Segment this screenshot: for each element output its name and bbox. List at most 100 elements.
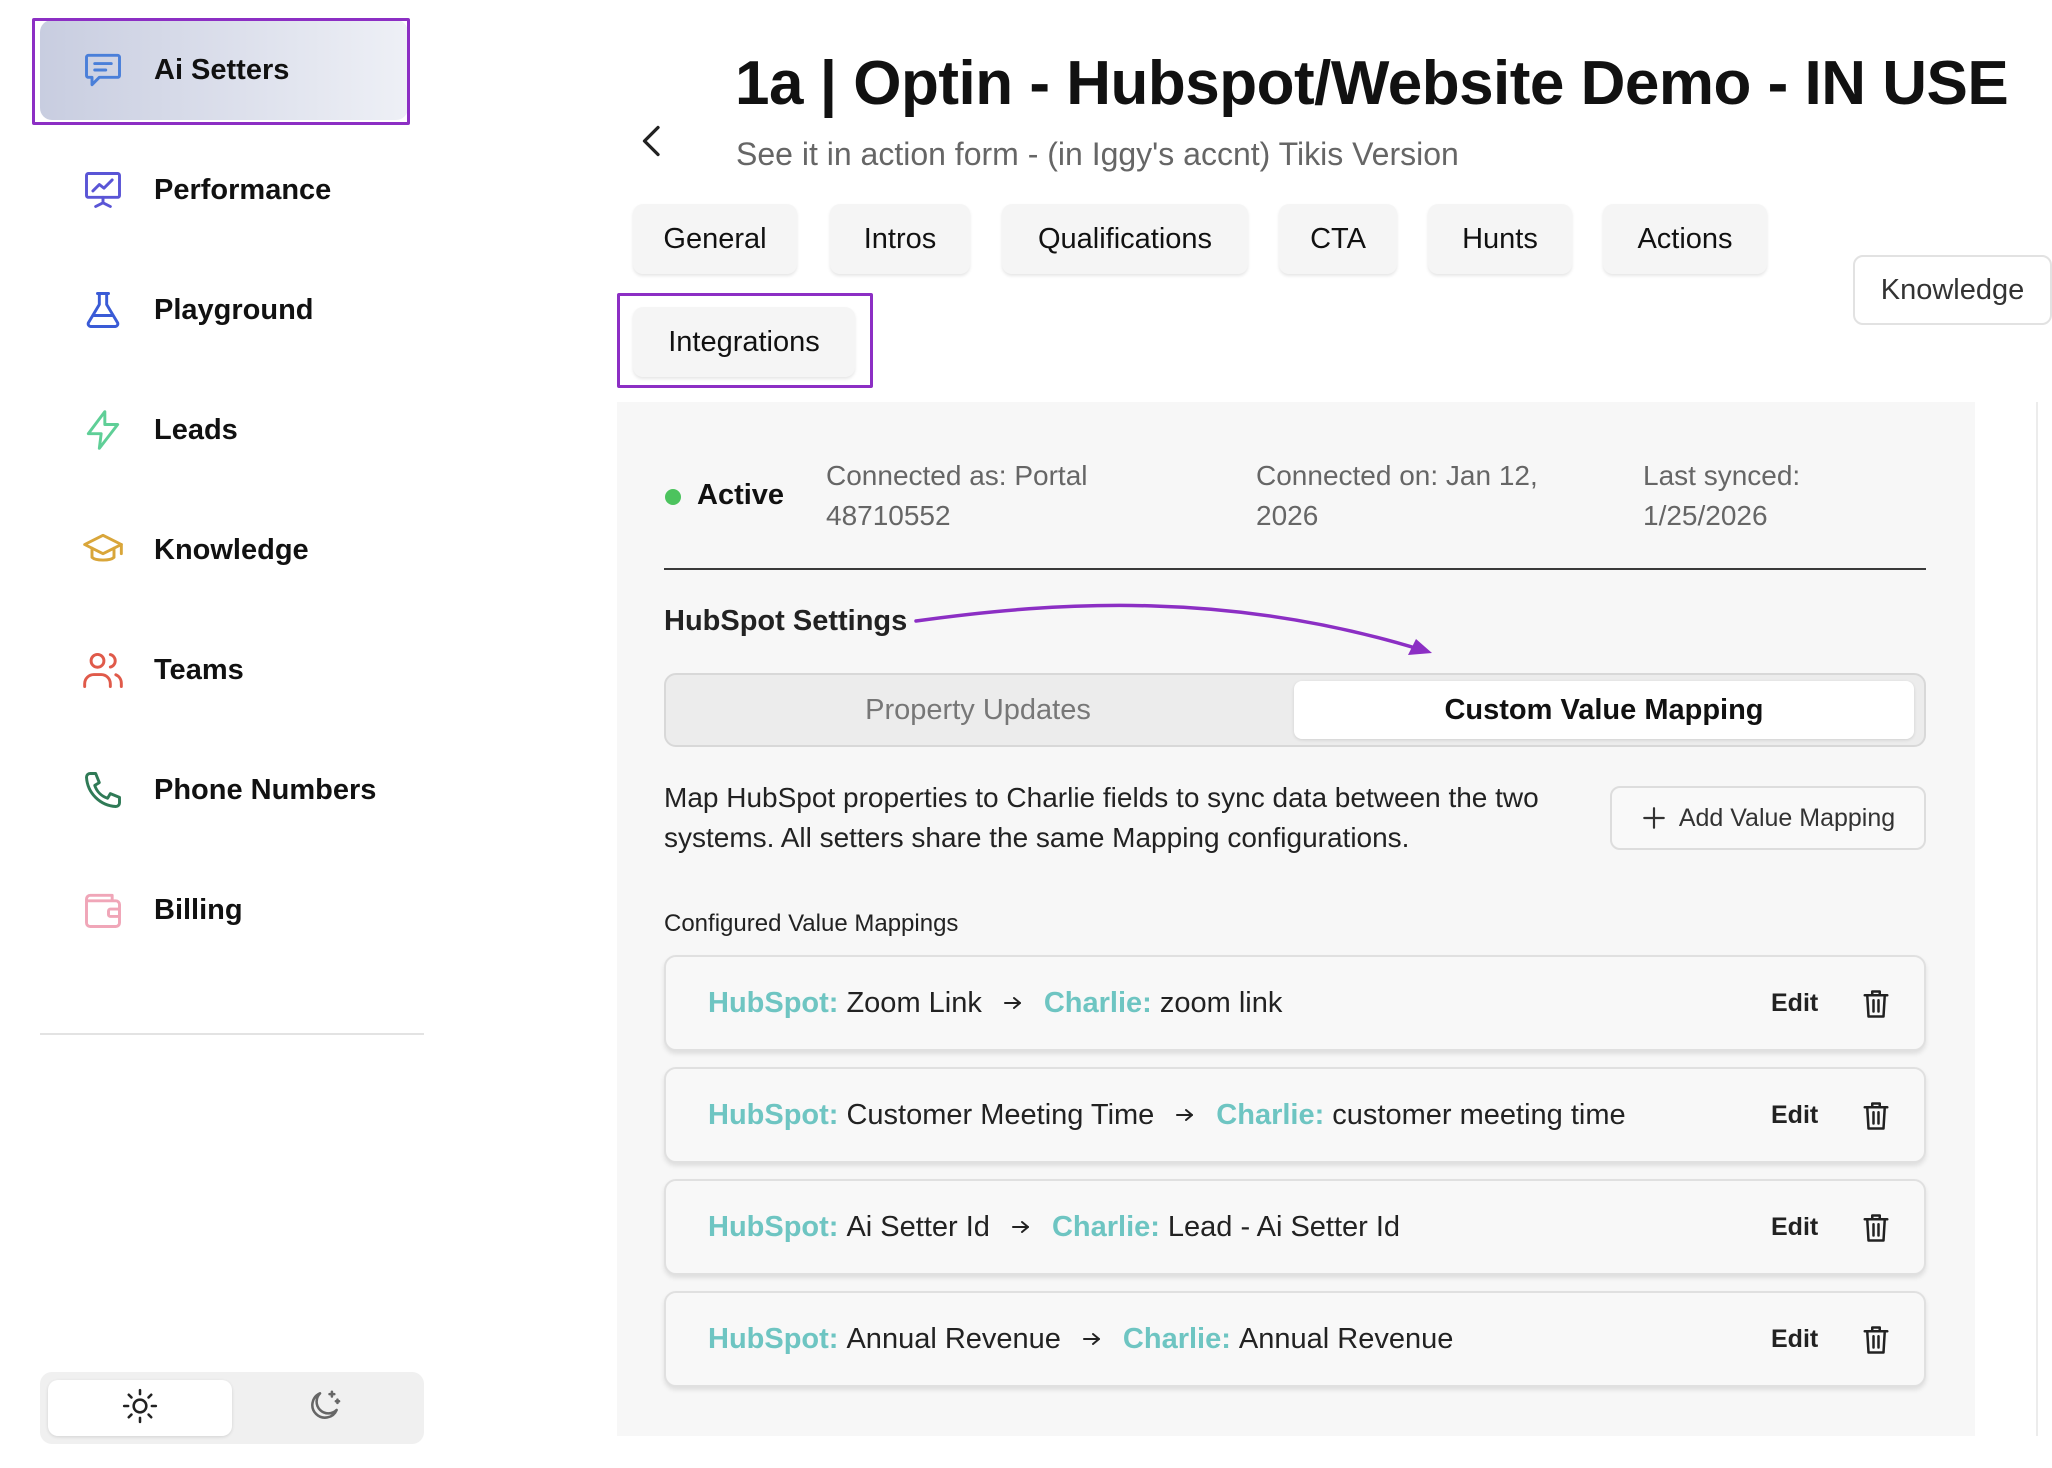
sun-icon	[121, 1387, 159, 1430]
mapping-row: HubSpot: Zoom Link Charlie: zoom link Ed…	[664, 955, 1926, 1051]
connected-as: Connected as: Portal 48710552	[826, 456, 1088, 536]
connected-on: Connected on: Jan 12, 2026	[1256, 456, 1538, 536]
plus-icon	[1641, 805, 1667, 831]
tab-actions[interactable]: Actions	[1603, 204, 1767, 274]
light-theme-button[interactable]	[48, 1380, 232, 1436]
last-synced-line1: Last synced:	[1643, 460, 1801, 491]
users-icon	[80, 647, 126, 693]
sidebar-item-leads[interactable]: Leads	[40, 380, 408, 480]
hubspot-key: HubSpot:	[708, 1322, 839, 1355]
status-dot	[665, 489, 681, 505]
segment-custom-value-mapping[interactable]: Custom Value Mapping	[1294, 681, 1914, 739]
arrow-right-icon	[1002, 994, 1024, 1012]
hubspot-value: Annual Revenue	[846, 1322, 1061, 1355]
sidebar-item-label: Playground	[154, 293, 314, 326]
trash-icon[interactable]	[1860, 987, 1892, 1021]
hubspot-key: HubSpot:	[708, 1098, 839, 1131]
tab-cta[interactable]: CTA	[1279, 204, 1397, 274]
edit-button[interactable]: Edit	[1771, 1325, 1818, 1354]
charlie-key: Charlie:	[1043, 986, 1152, 1019]
sidebar-item-phone-numbers[interactable]: Phone Numbers	[40, 740, 408, 840]
theme-toggle	[40, 1372, 424, 1444]
hubspot-value: Customer Meeting Time	[846, 1098, 1155, 1131]
wallet-icon	[80, 887, 126, 933]
mapping-description: Map HubSpot properties to Charlie fields…	[664, 782, 1539, 853]
hubspot-key: HubSpot:	[708, 1210, 839, 1243]
edit-button[interactable]: Edit	[1771, 1213, 1818, 1242]
back-button[interactable]	[630, 118, 674, 168]
lightning-icon	[80, 407, 126, 453]
hubspot-value: Zoom Link	[846, 986, 982, 1019]
annotation-highlight-integrations	[617, 293, 873, 388]
mapping-row: HubSpot: Annual Revenue Charlie: Annual …	[664, 1291, 1926, 1387]
charlie-key: Charlie:	[1216, 1098, 1325, 1131]
connected-on-line2: 2026	[1256, 500, 1319, 531]
edit-button[interactable]: Edit	[1771, 989, 1818, 1018]
mappings-list-title: Configured Value Mappings	[664, 910, 959, 937]
dark-theme-button[interactable]	[232, 1380, 416, 1436]
tab-qualifications[interactable]: Qualifications	[1002, 204, 1248, 274]
panel-divider	[664, 568, 1926, 570]
sidebar-item-label: Phone Numbers	[154, 773, 377, 806]
annotation-arrow	[910, 595, 1440, 670]
sidebar-item-label: Performance	[154, 173, 332, 206]
arrow-right-icon	[1010, 1218, 1032, 1236]
connected-as-line2: 48710552	[826, 500, 951, 531]
settings-title: HubSpot Settings	[664, 605, 908, 637]
moon-icon	[305, 1387, 343, 1430]
charlie-value: Lead - Ai Setter Id	[1167, 1210, 1401, 1243]
tab-knowledge[interactable]: Knowledge	[1853, 255, 2052, 325]
flask-icon	[80, 287, 126, 333]
sidebar-item-teams[interactable]: Teams	[40, 620, 408, 720]
charlie-key: Charlie:	[1051, 1210, 1160, 1243]
mapping-row: HubSpot: Ai Setter Id Charlie: Lead - Ai…	[664, 1179, 1926, 1275]
edit-button[interactable]: Edit	[1771, 1101, 1818, 1130]
mapping-text: HubSpot: Zoom Link Charlie: zoom link	[708, 987, 1282, 1020]
arrow-right-icon	[1174, 1106, 1196, 1124]
page-title: 1a | Optin - Hubspot/Website Demo - IN U…	[735, 49, 2009, 118]
hubspot-value: Ai Setter Id	[846, 1210, 990, 1243]
page-subtitle: See it in action form - (in Iggy's accnt…	[736, 136, 1459, 172]
graduation-cap-icon	[80, 527, 126, 573]
sidebar-item-playground[interactable]: Playground	[40, 260, 408, 360]
status-badge: Active	[697, 479, 785, 511]
sidebar-item-billing[interactable]: Billing	[40, 860, 408, 960]
tab-intros[interactable]: Intros	[830, 204, 970, 274]
charlie-key: Charlie:	[1122, 1322, 1231, 1355]
connected-as-line1: Connected as: Portal	[826, 460, 1088, 491]
sidebar-item-label: Leads	[154, 413, 238, 446]
phone-icon	[80, 767, 126, 813]
last-synced: Last synced: 1/25/2026	[1643, 456, 1800, 536]
charlie-value: zoom link	[1159, 986, 1283, 1019]
chart-board-icon	[80, 167, 126, 213]
add-value-mapping-label: Add Value Mapping	[1678, 803, 1896, 832]
mapping-text: HubSpot: Annual Revenue Charlie: Annual …	[708, 1323, 1453, 1356]
sidebar: Ai Setters Performance Playground Leads …	[0, 0, 440, 1468]
trash-icon[interactable]	[1860, 1323, 1892, 1357]
sidebar-item-label: Knowledge	[154, 533, 309, 566]
mapping-text: HubSpot: Ai Setter Id Charlie: Lead - Ai…	[708, 1211, 1400, 1244]
charlie-value: customer meeting time	[1332, 1098, 1626, 1131]
connected-on-line1: Connected on: Jan 12,	[1256, 460, 1538, 491]
charlie-value: Annual Revenue	[1238, 1322, 1454, 1355]
sidebar-item-label: Billing	[154, 893, 243, 926]
chevron-left-icon	[637, 123, 667, 164]
segment-property-updates[interactable]: Property Updates	[672, 681, 1284, 739]
settings-segmented-control: Property Updates Custom Value Mapping	[664, 673, 1926, 747]
annotation-highlight-ai-setters	[32, 18, 410, 125]
trash-icon[interactable]	[1860, 1211, 1892, 1245]
tab-general[interactable]: General	[633, 204, 797, 274]
tab-hunts[interactable]: Hunts	[1428, 204, 1572, 274]
add-value-mapping-button[interactable]: Add Value Mapping	[1610, 786, 1926, 850]
hubspot-key: HubSpot:	[708, 986, 839, 1019]
last-synced-line2: 1/25/2026	[1643, 500, 1768, 531]
sidebar-item-knowledge[interactable]: Knowledge	[40, 500, 408, 600]
sidebar-item-label: Teams	[154, 653, 244, 686]
sidebar-divider	[40, 1033, 424, 1035]
scroll-edge	[2036, 402, 2038, 1436]
arrow-right-icon	[1081, 1330, 1103, 1348]
mapping-row: HubSpot: Customer Meeting Time Charlie: …	[664, 1067, 1926, 1163]
mapping-text: HubSpot: Customer Meeting Time Charlie: …	[708, 1099, 1626, 1132]
sidebar-item-performance[interactable]: Performance	[40, 140, 408, 240]
trash-icon[interactable]	[1860, 1099, 1892, 1133]
